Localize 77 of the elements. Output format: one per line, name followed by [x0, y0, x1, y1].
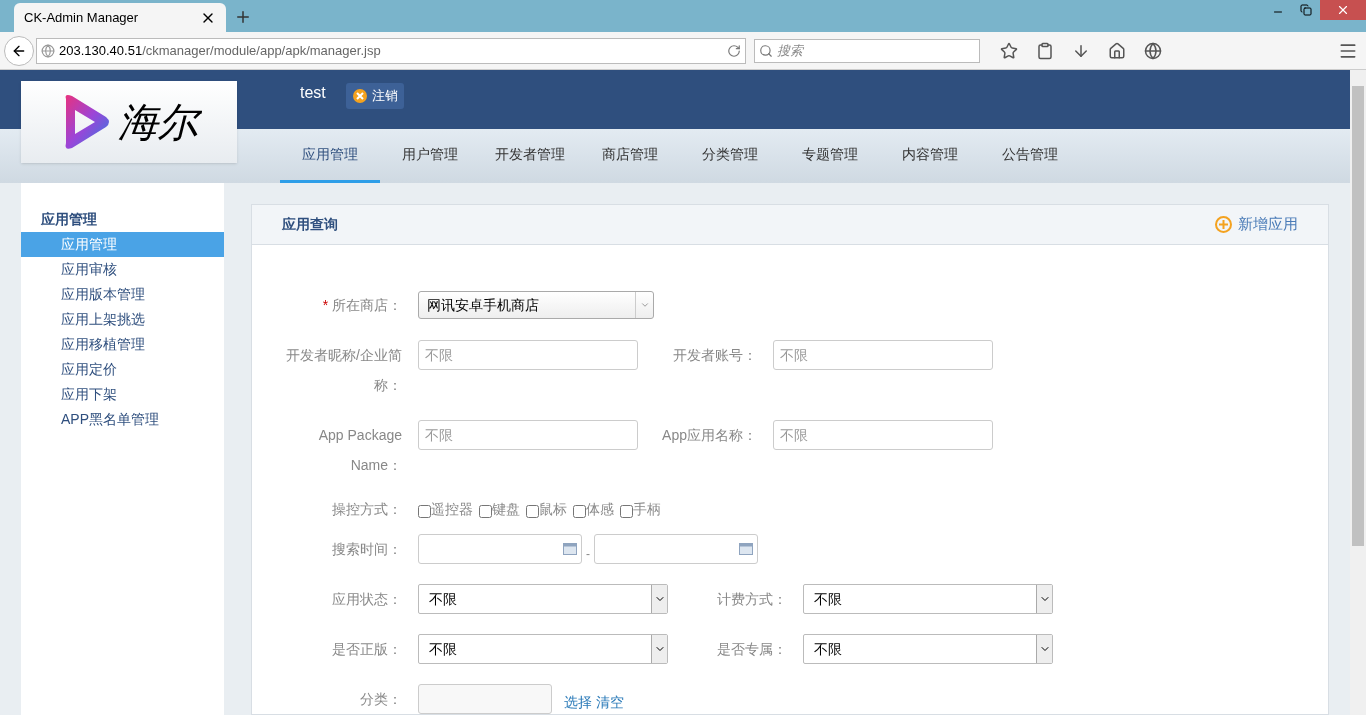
back-button[interactable] [4, 35, 34, 66]
nav-tab[interactable]: 商店管理 [580, 129, 680, 183]
field-label: 开发者昵称/企业简称： [286, 347, 402, 393]
text-input[interactable]: 不限 [418, 420, 638, 450]
checkbox-label: 鼠标 [539, 499, 567, 519]
date-separator: - [586, 546, 590, 563]
star-icon[interactable] [1000, 41, 1018, 60]
text-input[interactable]: 不限 [773, 340, 993, 370]
sidebar-item[interactable]: 应用上架挑选 [21, 307, 224, 332]
new-tab-icon[interactable] [234, 8, 252, 26]
select-dropdown[interactable]: 不限 [803, 634, 1053, 664]
panel-title: 应用查询 [282, 215, 338, 234]
field-label: App应用名称： [662, 427, 757, 443]
date-input[interactable] [594, 534, 758, 564]
field-label: 开发者账号： [673, 347, 757, 363]
select-dropdown[interactable]: 不限 [803, 584, 1053, 614]
nav-tab[interactable]: 分类管理 [680, 129, 780, 183]
checkbox[interactable] [620, 504, 633, 518]
field-label: 搜索时间： [332, 541, 402, 557]
sidebar-item[interactable]: 应用审核 [21, 257, 224, 282]
nav-tab[interactable]: 应用管理 [280, 129, 380, 183]
logout-button[interactable]: 注销 [345, 82, 404, 109]
checkbox[interactable] [573, 504, 586, 518]
field-label: * 所在商店： [322, 297, 402, 313]
restore-icon[interactable] [1300, 4, 1312, 16]
username: test [300, 82, 326, 103]
date-input[interactable] [418, 534, 582, 564]
nav-tab[interactable]: 专题管理 [780, 129, 880, 183]
add-app-link[interactable]: 新增应用 [1215, 213, 1298, 236]
checkbox-label: 键盘 [492, 499, 520, 519]
chevron-icon [639, 300, 650, 310]
field-label: 分类： [360, 691, 402, 707]
sidebar-item[interactable]: 应用定价 [21, 357, 224, 382]
category-input[interactable] [418, 684, 552, 714]
text-input[interactable]: 不限 [773, 420, 993, 450]
nav-tab[interactable]: 公告管理 [980, 129, 1080, 183]
globe-icon[interactable] [1144, 41, 1162, 60]
checkbox-label: 体感 [586, 499, 614, 519]
checkbox-label: 遥控器 [431, 499, 473, 519]
nav-tab[interactable]: 开发者管理 [480, 129, 580, 183]
close-icon [1336, 3, 1350, 17]
select-dropdown[interactable]: 不限 [418, 634, 668, 664]
close-circle-icon [351, 87, 368, 104]
browser-tab[interactable]: CK-Admin Manager [14, 3, 226, 32]
globe-icon [41, 43, 55, 58]
field-label: 计费方式： [717, 591, 787, 607]
category-link[interactable]: 选择 [564, 691, 592, 713]
sidebar-title: 应用管理 [40, 210, 98, 229]
home-icon[interactable] [1108, 41, 1126, 60]
plus-circle-icon [1215, 216, 1232, 233]
search-field[interactable]: 搜索 [754, 38, 980, 63]
select-dropdown[interactable]: 不限 [418, 584, 668, 614]
sidebar-item[interactable]: APP黑名单管理 [21, 407, 224, 432]
nav-tab[interactable]: 内容管理 [880, 129, 980, 183]
field-label: 应用状态： [332, 591, 402, 607]
field-label: 是否专属： [717, 641, 787, 657]
calendar-icon [739, 543, 753, 555]
field-label: 操控方式： [332, 501, 402, 517]
store-select[interactable]: 网讯安卓手机商店 [418, 291, 654, 319]
checkbox[interactable] [479, 504, 492, 518]
checkbox-label: 手柄 [633, 499, 661, 519]
scrollbar-thumb[interactable] [1352, 86, 1364, 546]
sidebar-item[interactable]: 应用移植管理 [21, 332, 224, 357]
checkbox[interactable] [526, 504, 539, 518]
reload-icon[interactable] [727, 43, 741, 58]
clipboard-icon[interactable] [1036, 41, 1054, 60]
calendar-icon [563, 543, 577, 555]
checkbox[interactable] [418, 504, 431, 518]
sidebar-item[interactable]: 应用版本管理 [21, 282, 224, 307]
search-icon [759, 43, 773, 58]
field-label: 是否正版： [332, 641, 402, 657]
field-label: App Package Name： [318, 427, 402, 473]
category-link[interactable]: 清空 [596, 691, 624, 713]
nav-tab[interactable]: 用户管理 [380, 129, 480, 183]
address-bar[interactable]: 203.130.40.51/ckmanager/module/app/apk/manager.jsp [36, 37, 746, 64]
sidebar-item[interactable]: 应用下架 [21, 382, 224, 407]
text-input[interactable]: 不限 [418, 340, 638, 370]
